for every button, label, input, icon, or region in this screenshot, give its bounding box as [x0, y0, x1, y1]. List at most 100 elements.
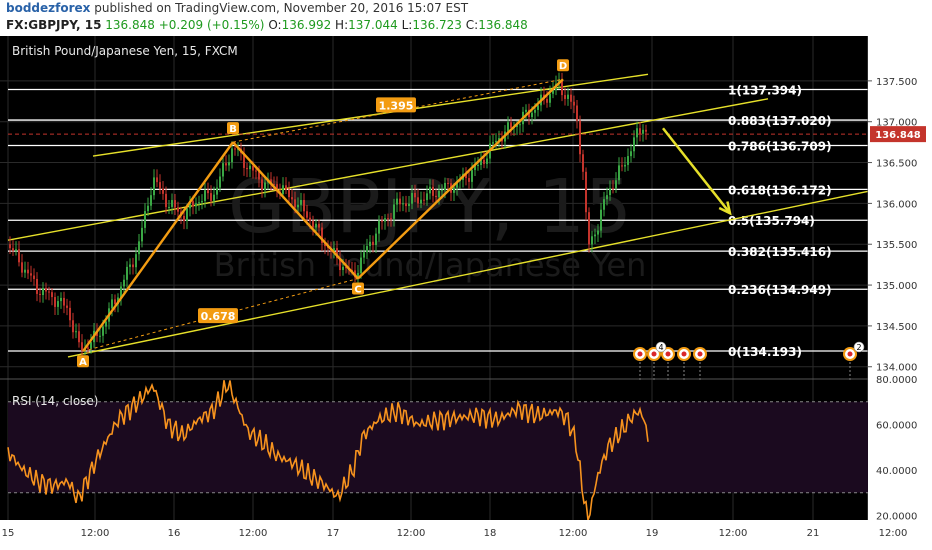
price-axis[interactable]: 134.000 134.500 135.000 135.500 136.000 136.5…: [868, 36, 932, 379]
candle-body: [9, 244, 11, 249]
candle-body: [150, 195, 152, 206]
candle-body: [48, 291, 50, 293]
candle-body: [123, 279, 125, 287]
open-label: O:: [268, 18, 282, 32]
last-price-tag-label: 136.848: [875, 130, 921, 141]
candle-body: [72, 320, 74, 333]
time-axis-label: 12:00: [879, 528, 908, 539]
candle-body: [192, 201, 194, 207]
candle-body: [426, 193, 428, 201]
symbol-name: FX:GBPJPY, 15: [6, 18, 102, 32]
candle-body: [306, 211, 308, 218]
candle-body: [375, 233, 377, 246]
candle-body: [39, 293, 41, 296]
candle-body: [231, 148, 233, 163]
candle-body: [585, 171, 587, 213]
candle-body: [606, 195, 608, 200]
chart-title: British Pound/Japanese Yen, 15, FXCM: [12, 44, 238, 58]
candle-body: [525, 109, 527, 112]
event-marker-dot: [681, 351, 687, 357]
candle-body: [567, 94, 569, 99]
fib-level-label: 0.236(134.949): [728, 283, 832, 297]
time-axis-label: 12:00: [239, 528, 268, 539]
candle-body: [438, 191, 440, 198]
candle-body: [564, 95, 566, 99]
candle-body: [99, 335, 101, 337]
candle-body: [624, 164, 626, 167]
price-axis-label: 135.500: [876, 240, 917, 251]
candle-body: [207, 190, 209, 194]
candle-body: [213, 194, 215, 201]
rsi-title: RSI (14, close): [12, 394, 98, 408]
time-axis-background[interactable]: [0, 520, 932, 550]
candle-body: [363, 252, 365, 258]
candle-body: [507, 122, 509, 132]
price-change: +0.209 (+0.15%): [158, 18, 265, 32]
candle-body: [75, 331, 77, 333]
candle-body: [630, 151, 632, 157]
candle-body: [159, 182, 161, 189]
candle-body: [87, 347, 89, 349]
candle-body: [390, 218, 392, 220]
time-axis-label: 12:00: [559, 528, 588, 539]
candle-body: [60, 297, 62, 302]
candle-body: [510, 122, 512, 128]
candle-body: [537, 105, 539, 110]
candle-body: [372, 241, 374, 246]
candle-body: [408, 203, 410, 207]
candle-body: [378, 220, 380, 234]
candle-body: [411, 192, 413, 204]
fib-level-label: 0.883(137.020): [728, 114, 832, 128]
candle-body: [300, 200, 302, 205]
candle-body: [114, 299, 116, 305]
author-name[interactable]: boddezforex: [6, 1, 90, 15]
candle-body: [201, 201, 203, 203]
candle-body: [435, 195, 437, 198]
candle-body: [222, 163, 224, 177]
rsi-band-fill: [8, 401, 868, 493]
pattern-ratio-label: 1.395: [379, 99, 414, 112]
candle-body: [132, 264, 134, 268]
candle-body: [246, 167, 248, 170]
candle-body: [492, 142, 494, 144]
candle-body: [66, 305, 68, 308]
candle-body: [573, 101, 575, 106]
candle-body: [282, 185, 284, 195]
candle-body: [645, 129, 647, 132]
candle-body: [384, 218, 386, 222]
time-axis-label: 12:00: [719, 528, 748, 539]
chart-header: boddezforex published on TradingView.com…: [0, 0, 932, 36]
candle-body: [69, 307, 71, 321]
candle-body: [486, 158, 488, 164]
last-price: 136.848: [105, 18, 155, 32]
low-value: 136.723: [412, 18, 462, 32]
high-value: 137.044: [348, 18, 398, 32]
rsi-axis-label: 40.0000: [876, 466, 917, 477]
pattern-point-label: D: [559, 61, 567, 72]
candle-body: [387, 218, 389, 220]
close-value: 136.848: [478, 18, 528, 32]
candle-body: [360, 257, 362, 274]
candle-body: [414, 192, 416, 198]
price-axis-label: 137.500: [876, 77, 917, 88]
event-marker-dot: [651, 351, 657, 357]
candle-body: [294, 199, 296, 208]
candle-body: [129, 264, 131, 267]
candle-body: [234, 148, 236, 150]
candle-body: [519, 124, 521, 126]
candle-body: [81, 342, 83, 351]
candle-body: [255, 170, 257, 172]
candle-body: [429, 186, 431, 194]
candle-body: [138, 241, 140, 255]
event-marker-dot: [847, 351, 853, 357]
price-axis-label: 134.500: [876, 322, 917, 333]
candle-body: [591, 236, 593, 245]
candle-body: [78, 331, 80, 343]
candle-body: [186, 208, 188, 221]
candle-body: [315, 223, 317, 228]
candle-body: [216, 187, 218, 195]
chart-canvas[interactable]: GBPJPY, 15 British Pound/Japanese Yen 1(…: [0, 36, 932, 550]
rsi-axis[interactable]: 20.000040.000060.000080.0000: [868, 375, 932, 522]
candle-body: [153, 177, 155, 196]
candle-body: [366, 246, 368, 253]
